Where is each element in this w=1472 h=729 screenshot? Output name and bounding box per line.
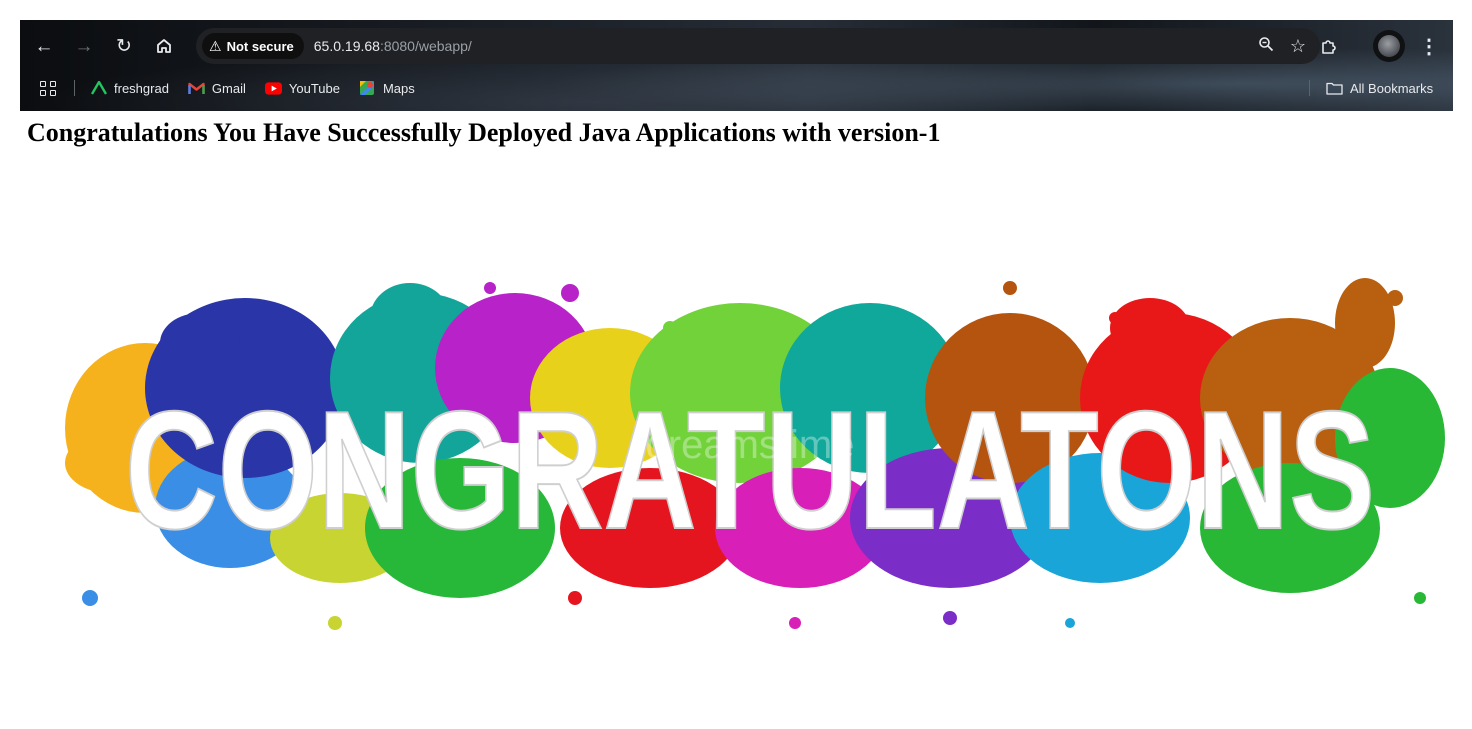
watermark-text: dreamstime (646, 423, 855, 467)
bookmark-label: Gmail (211, 80, 246, 96)
bookmark-gmail[interactable]: Gmail (188, 80, 246, 96)
paint-splash-graphic: CONGRATULATONS dreamstime (65, 278, 1445, 630)
bookmarks-divider (1309, 80, 1310, 96)
security-indicator[interactable]: ⚠ Not secure (202, 33, 304, 59)
url-path: :8080/webapp/ (379, 38, 472, 54)
page-heading: Congratulations You Have Successfully De… (27, 118, 941, 147)
bookmark-maps[interactable]: Maps (359, 80, 415, 96)
bookmark-label: freshgrad (114, 80, 169, 96)
bookmarks-list: freshgrad Gmail YouTube Maps (90, 76, 415, 100)
security-label: Not secure (226, 38, 294, 54)
avatar[interactable] (1373, 30, 1405, 62)
home-icon[interactable] (148, 28, 180, 64)
bookmark-freshgrad[interactable]: freshgrad (90, 80, 169, 96)
address-bar[interactable]: ⚠ Not secure 65.0.19.68:8080/webapp/ ☆ (196, 28, 1320, 64)
browser-toolbar: ← → ↻ ⚠ Not secure 65.0.19.68:8080/webap… (20, 28, 1453, 64)
apps-grid-icon[interactable] (38, 78, 58, 98)
gmail-icon (188, 80, 205, 96)
address-bar-actions: ☆ (1258, 28, 1306, 64)
star-icon[interactable]: ☆ (1290, 36, 1306, 57)
bookmarks-bar: freshgrad Gmail YouTube Maps All Bookmar… (20, 76, 1453, 100)
congratulations-banner-image: CONGRATULATONS dreamstime (50, 228, 1450, 658)
bookmark-label: Maps (382, 80, 415, 96)
all-bookmarks-label: All Bookmarks (1350, 80, 1434, 96)
all-bookmarks-button[interactable]: All Bookmarks (1326, 76, 1433, 100)
back-arrow-icon[interactable]: ← (28, 28, 60, 64)
url-text[interactable]: 65.0.19.68:8080/webapp/ (314, 38, 472, 54)
more-vert-icon[interactable]: ⋮ (1416, 28, 1442, 64)
forward-arrow-icon[interactable]: → (68, 28, 100, 64)
bookmark-label: YouTube (288, 80, 340, 96)
bookmarks-divider (74, 80, 75, 96)
bookmark-youtube[interactable]: YouTube (264, 80, 340, 96)
folder-icon (1326, 82, 1343, 95)
freshgrad-icon (90, 80, 107, 96)
youtube-icon (264, 80, 282, 96)
zoom-icon[interactable] (1258, 36, 1274, 57)
maps-icon (359, 80, 376, 96)
extensions-icon[interactable] (1312, 28, 1346, 64)
reload-icon[interactable]: ↻ (108, 28, 140, 64)
avatar-image (1378, 35, 1400, 57)
congratulations-word-art: CONGRATULATONS (125, 376, 1375, 564)
url-host: 65.0.19.68 (313, 38, 380, 54)
warning-icon: ⚠ (209, 37, 222, 54)
browser-chrome: ← → ↻ ⚠ Not secure 65.0.19.68:8080/webap… (20, 20, 1453, 111)
